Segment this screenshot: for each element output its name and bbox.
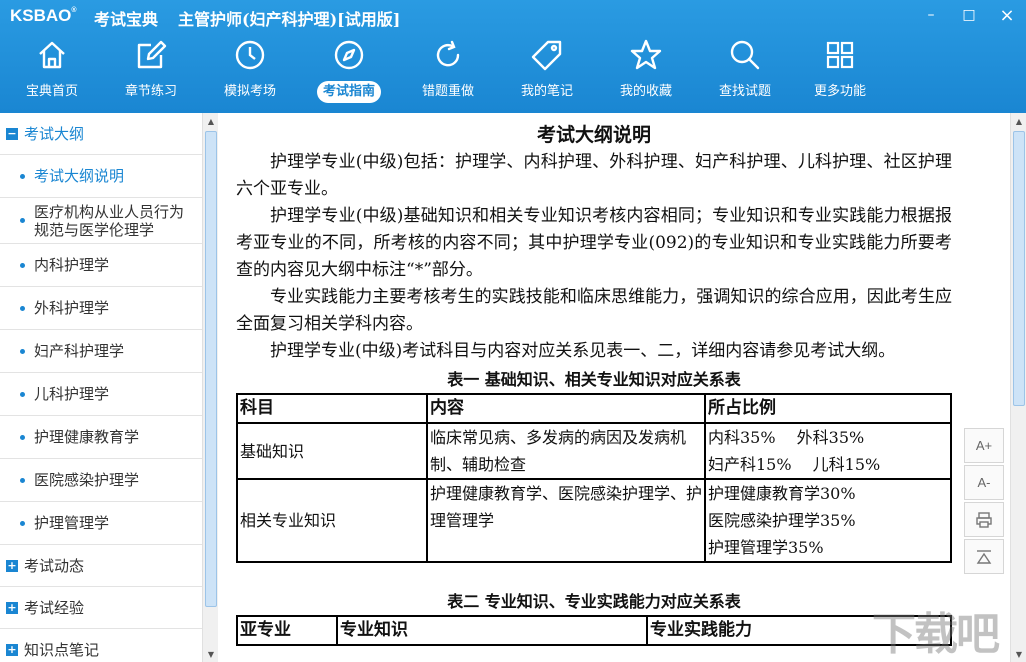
group-exam-news[interactable]: + 考试动态 [0,545,202,587]
scroll-up-icon[interactable]: ▲ [203,113,219,129]
nav-my-notes[interactable]: 我的笔记 [504,32,590,113]
font-increase-button[interactable]: A+ [964,428,1004,463]
sidebar-item-infection-nursing[interactable]: 医院感染护理学 [0,459,202,502]
sidebar-item-pediatric-nursing[interactable]: 儿科护理学 [0,373,202,416]
document-view: 考试大纲说明 护理学专业(中级)包括：护理学、内科护理、外科护理、妇产科护理、儿… [220,113,1010,662]
document-scrollbar[interactable]: ▲ ▼ [1010,113,1026,662]
nav-search-questions[interactable]: 查找试题 [702,32,788,113]
sidebar-item-obgyn-nursing[interactable]: 妇产科护理学 [0,330,202,373]
bullet-icon [20,434,25,440]
table-row: 基础知识 临床常见病、多发病的病因及发病机制、辅助检查 内科35% 外科35% … [236,422,952,480]
doc-paragraph: 护理学专业(中级)基础知识和相关专业知识考核内容相同；专业知识和专业实践能力根据… [236,206,952,280]
sidebar-item-ethics[interactable]: 医疗机构从业人员行为规范与医学伦理学 [0,198,202,244]
table-cell: 护理健康教育学、医院感染护理学、护理管理学 [426,478,706,563]
table-header-cell: 亚专业 [236,615,338,646]
table-header-cell: 科目 [236,393,428,424]
font-decrease-button[interactable]: A- [964,465,1004,500]
bullet-icon [20,391,25,397]
home-icon [35,38,69,72]
bullet-icon [20,262,25,268]
bullet-icon [20,348,25,354]
sidebar-item-health-education[interactable]: 护理健康教育学 [0,416,202,459]
doc-paragraph: 护理学专业(中级)包括：护理学、内科护理、外科护理、妇产科护理、儿科护理、社区护… [236,152,952,199]
bullet-icon [20,520,25,526]
table-header-cell: 专业知识 [336,615,648,646]
expand-icon[interactable]: + [6,643,18,656]
main-nav: 宝典首页 章节练习 模拟考场 考试指南 错题重做 我的笔记 我的收藏 查找试题 … [0,32,1026,113]
table1: 科目 内容 所占比例 基础知识 临床常见病、多发病的病因及发病机制、辅助检查 内… [236,393,952,563]
scroll-top-button[interactable] [964,539,1004,574]
nav-my-favorites[interactable]: 我的收藏 [603,32,689,113]
watermark: 下载吧 [872,609,1000,660]
bullet-icon [20,173,25,179]
title-bar: KSBAO® 考试宝典 主管护师(妇产科护理)[试用版] – □ × [0,0,1026,32]
window-title: 主管护师(妇产科护理)[试用版] [178,10,401,29]
table2-caption: 表二 专业知识、专业实践能力对应关系表 [447,592,741,611]
group-knowledge-notes[interactable]: + 知识点笔记 [0,629,202,662]
scroll-down-icon[interactable]: ▼ [1011,646,1026,662]
clock-icon [233,38,267,72]
print-icon [976,511,992,528]
table-cell: 护理健康教育学30% 医院感染护理学35% 护理管理学35% [704,478,952,563]
scroll-top-icon [976,549,992,564]
nav-wrong-redo[interactable]: 错题重做 [405,32,491,113]
group-exam-experience[interactable]: + 考试经验 [0,587,202,629]
expand-icon[interactable]: + [6,559,18,572]
sidebar: − 考试大纲 考试大纲说明 医疗机构从业人员行为规范与医学伦理学 内科护理学 外… [0,113,218,662]
close-button[interactable]: × [988,0,1026,30]
sidebar-item-surgical-nursing[interactable]: 外科护理学 [0,287,202,330]
document-scroll-thumb[interactable] [1013,131,1025,406]
expand-icon[interactable]: + [6,601,18,614]
outline-tree: − 考试大纲 考试大纲说明 医疗机构从业人员行为规范与医学伦理学 内科护理学 外… [0,113,202,662]
group-exam-outline[interactable]: − 考试大纲 [0,113,202,155]
table-cell: 临床常见病、多发病的病因及发病机制、辅助检查 [426,422,706,480]
search-icon [728,38,762,72]
brand-name: 考试宝典 [94,10,159,29]
tag-icon [530,38,564,72]
scroll-up-icon[interactable]: ▲ [1011,113,1026,129]
nav-mock-exam[interactable]: 模拟考场 [207,32,293,113]
doc-title: 考试大纲说明 [536,124,651,146]
refresh-icon [431,38,465,72]
nav-chapter-practice[interactable]: 章节练习 [108,32,194,113]
table-header-cell: 内容 [426,393,706,424]
scroll-down-icon[interactable]: ▼ [203,646,219,662]
sidebar-item-nursing-management[interactable]: 护理管理学 [0,502,202,545]
reader-tools: A+ A- [964,428,1004,576]
doc-paragraph: 专业实践能力主要考核考生的实践技能和临床思维能力，强调知识的综合应用，因此考生应… [236,287,952,334]
sidebar-scroll-thumb[interactable] [205,131,217,607]
table2: 亚专业 专业知识 专业实践能力 [236,615,952,646]
doc-paragraph: 护理学专业(中级)考试科目与内容对应关系见表一、二，详细内容请参见考试大纲。 [270,341,896,361]
sidebar-scrollbar[interactable]: ▲ ▼ [202,113,218,662]
star-icon [629,38,663,72]
table-header-row: 科目 内容 所占比例 [236,393,952,424]
collapse-icon[interactable]: − [6,127,18,140]
bullet-icon [20,477,25,483]
table-cell: 基础知识 [236,422,428,480]
bullet-icon [20,218,25,223]
nav-exam-guide[interactable]: 考试指南 [306,32,392,113]
app-header: KSBAO® 考试宝典 主管护师(妇产科护理)[试用版] – □ × 宝典首页 … [0,0,1026,113]
bullet-icon [20,305,25,311]
table-header-row: 亚专业 专业知识 专业实践能力 [236,615,952,646]
print-button[interactable] [964,502,1004,537]
table-header-cell: 所占比例 [704,393,952,424]
grid-icon [823,38,857,72]
document: 考试大纲说明 护理学专业(中级)包括：护理学、内科护理、外科护理、妇产科护理、儿… [236,121,952,646]
table1-caption: 表一 基础知识、相关专业知识对应关系表 [447,370,741,389]
compass-icon [332,38,366,72]
edit-icon [134,38,168,72]
sidebar-item-internal-nursing[interactable]: 内科护理学 [0,244,202,287]
maximize-button[interactable]: □ [950,0,988,30]
minimize-button[interactable]: – [912,0,950,30]
nav-home[interactable]: 宝典首页 [9,32,95,113]
table-row: 相关专业知识 护理健康教育学、医院感染护理学、护理管理学 护理健康教育学30% … [236,478,952,563]
nav-more[interactable]: 更多功能 [797,32,883,113]
sidebar-item-outline-intro[interactable]: 考试大纲说明 [0,155,202,198]
logo: KSBAO® [10,6,77,25]
table-cell: 内科35% 外科35% 妇产科15% 儿科15% [704,422,952,480]
table-cell: 相关专业知识 [236,478,428,563]
